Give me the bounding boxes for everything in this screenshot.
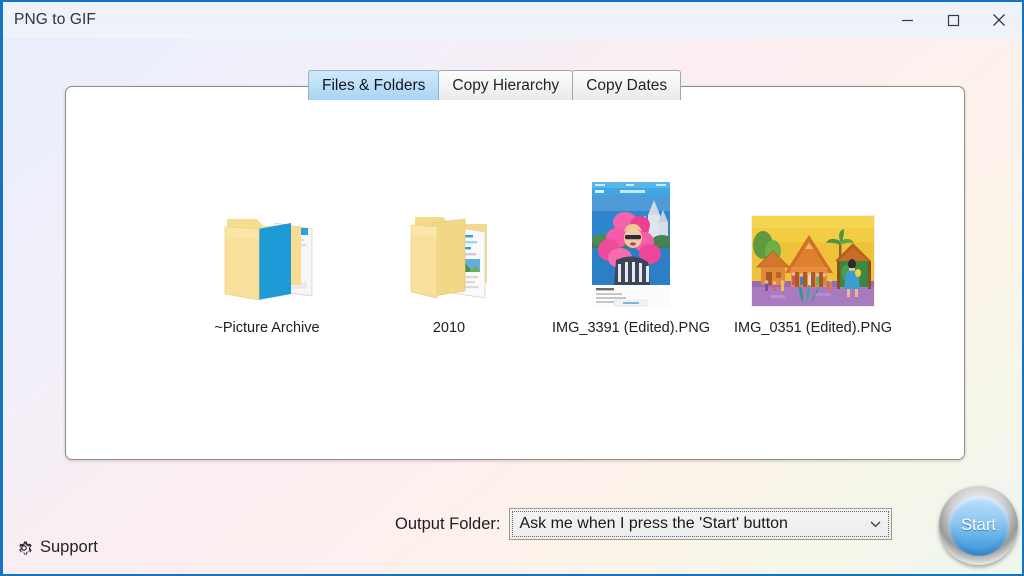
output-folder-value: Ask me when I press the 'Start' button <box>519 515 788 532</box>
maximize-button[interactable] <box>930 2 976 38</box>
window-title: PNG to GIF <box>14 11 96 28</box>
minimize-icon <box>901 19 913 21</box>
list-item-label: ~Picture Archive <box>214 320 320 336</box>
thumbnail <box>213 182 321 307</box>
tab-strip: Files & Folders Copy Hierarchy Copy Date… <box>308 70 682 100</box>
close-button[interactable] <box>976 2 1022 38</box>
folder-open-blue-icon <box>224 219 313 301</box>
list-item[interactable]: IMG_3391 (Edited).PNG <box>540 182 722 336</box>
maximize-icon <box>947 14 959 26</box>
support-label: Support <box>40 538 98 556</box>
image-thumbnail-portrait <box>592 182 670 307</box>
image-thumbnail-landscape <box>751 215 875 307</box>
gear-icon <box>19 541 32 554</box>
folder-open-yellow-icon <box>410 217 487 299</box>
thumbnail <box>751 182 875 307</box>
thumbnail <box>592 182 670 307</box>
output-folder-row: Output Folder: Ask me when I press the '… <box>395 508 893 540</box>
chevron-down-icon <box>870 520 881 528</box>
output-folder-label: Output Folder: <box>395 514 501 533</box>
close-icon <box>993 14 1005 26</box>
tab-copy-dates[interactable]: Copy Dates <box>572 70 682 100</box>
list-item-label: IMG_3391 (Edited).PNG <box>552 320 710 336</box>
list-item[interactable]: ~Picture Archive <box>176 182 358 336</box>
tab-copy-hierarchy[interactable]: Copy Hierarchy <box>438 70 574 100</box>
list-item[interactable]: 2010 <box>358 182 540 336</box>
list-item-label: IMG_0351 (Edited).PNG <box>734 320 892 336</box>
window-controls <box>884 2 1022 38</box>
thumbnail <box>395 182 503 307</box>
support-link[interactable]: Support <box>15 538 98 557</box>
list-item[interactable]: IMG_0351 (Edited).PNG <box>722 182 904 336</box>
app-window: PNG to GIF Files & Folders Copy Hierarch… <box>0 0 1024 576</box>
start-button-label: Start <box>948 495 1009 556</box>
file-list: ~Picture Archive 2010 IMG_3391 (Edited).… <box>176 182 904 336</box>
tab-files-and-folders[interactable]: Files & Folders <box>308 70 440 100</box>
list-item-label: 2010 <box>432 320 466 336</box>
start-button[interactable]: Start <box>939 486 1018 565</box>
minimize-button[interactable] <box>884 2 930 38</box>
output-folder-select[interactable]: Ask me when I press the 'Start' button <box>509 508 893 540</box>
file-drop-panel[interactable]: ~Picture Archive 2010 IMG_3391 (Edited).… <box>65 86 965 460</box>
title-bar: PNG to GIF <box>3 0 1022 38</box>
